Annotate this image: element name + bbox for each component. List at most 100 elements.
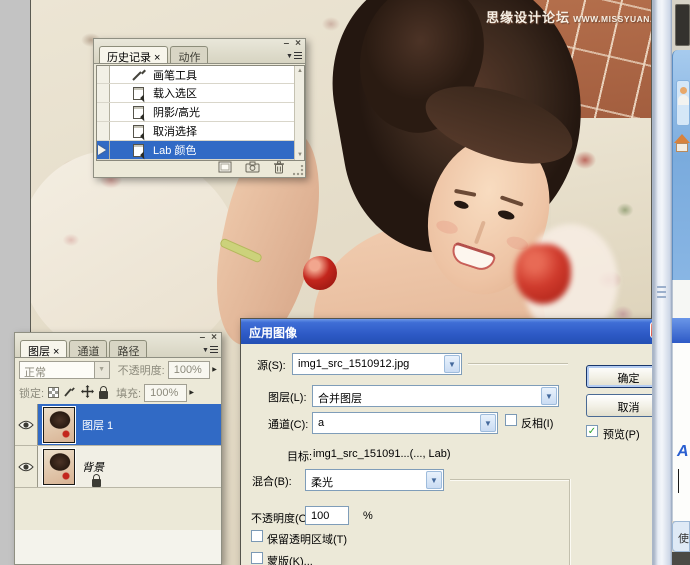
lock-paint-icon[interactable] [64, 385, 76, 400]
new-snapshot-camera-icon[interactable] [245, 161, 260, 173]
history-item-label: 画笔工具 [153, 69, 197, 82]
layer-name[interactable]: 背景 [82, 459, 104, 475]
layer-row-background[interactable]: 背景 [15, 446, 221, 488]
channel-select[interactable]: a ▼ [312, 412, 498, 434]
home-icon[interactable] [674, 134, 690, 176]
invert-checkbox[interactable] [505, 414, 517, 426]
apply-image-dialog: 应用图像 × 源(S): img1_src_1510912.jpg ▼ 图层(L… [240, 318, 672, 565]
layers-empty-area [15, 530, 221, 564]
history-item-label: 取消选择 [153, 126, 197, 138]
side-app-button[interactable]: 使 [672, 521, 690, 552]
channel-label: 通道(C): [268, 419, 309, 431]
separator [468, 363, 568, 365]
tab-actions[interactable]: 动作 [170, 46, 209, 64]
side-application-window: A 使 [672, 0, 690, 565]
fill-value-field[interactable]: 100% [144, 383, 188, 402]
history-row[interactable]: 载入选区 [97, 84, 304, 103]
history-scrollbar[interactable]: ▲ ▼ [294, 66, 304, 160]
side-app-icon [675, 4, 690, 46]
visibility-toggle[interactable] [15, 446, 38, 487]
side-app-text-area[interactable]: A [672, 343, 690, 521]
brush-tool-icon [132, 68, 147, 81]
history-row[interactable]: 取消选择 [97, 122, 304, 141]
dialog-opacity-input[interactable]: 100 [305, 506, 349, 525]
opacity-value-field[interactable]: 100% [167, 360, 211, 379]
history-row-selected[interactable]: Lab 颜色 [97, 141, 304, 160]
layer-row-layer1[interactable]: 图层 1 [15, 404, 221, 446]
chevron-down-icon: ▼ [93, 361, 109, 378]
lock-fill-row: 锁定: 填充: 100% ▶ [15, 381, 221, 404]
avatar-icon[interactable] [676, 80, 690, 126]
delete-trash-icon[interactable] [273, 160, 285, 174]
window-edge-scrollbar[interactable] [652, 0, 672, 565]
history-close-button[interactable]: × [295, 39, 301, 49]
layers-close-button[interactable]: × [211, 333, 217, 343]
history-brush-source-well[interactable] [97, 66, 110, 83]
tab-history[interactable]: 历史记录 × [99, 46, 169, 64]
side-app-footer [672, 552, 690, 565]
blend-select[interactable]: 柔光 ▼ [305, 469, 444, 491]
background-lock-icon [92, 474, 101, 487]
scroll-down-icon[interactable]: ▼ [295, 152, 305, 158]
history-item-label: Lab 颜色 [153, 145, 197, 157]
history-current-state-pointer[interactable] [98, 145, 106, 155]
layer-name[interactable]: 图层 1 [82, 417, 113, 433]
lock-all-icon[interactable] [99, 386, 109, 399]
text-cursor [678, 469, 679, 493]
side-app-titlebar [672, 318, 690, 343]
watermark-site-url: WWW.MISSYUAN.COM [573, 14, 651, 24]
layers-panel: – × 图层 × 通道 路径 ▼ 正常 ▼ 不透明度: 100% ▶ 锁定: 填… [14, 332, 222, 565]
dialog-titlebar[interactable]: 应用图像 × [241, 319, 671, 344]
dialog-title: 应用图像 [249, 326, 298, 340]
scroll-up-icon[interactable]: ▲ [295, 68, 305, 74]
history-brush-source-well[interactable] [97, 122, 110, 140]
history-minimize-button[interactable]: – [284, 39, 290, 49]
separator [450, 479, 569, 481]
history-panel-header: – × 历史记录 × 动作 ▼ [94, 39, 305, 64]
history-row[interactable]: 阴影/高光 [97, 103, 304, 122]
history-row[interactable]: 画笔工具 [97, 66, 304, 84]
fill-slider-arrow-icon[interactable]: ▶ [187, 389, 196, 396]
eye-icon [18, 420, 34, 429]
layers-minimize-button[interactable]: – [200, 333, 206, 343]
layers-flyout-menu-button[interactable]: ▼ [202, 345, 218, 355]
target-value: img1_src_151091...(..., Lab) [313, 448, 451, 460]
tab-layers[interactable]: 图层 × [20, 340, 68, 358]
photo-eyebrow-left [454, 188, 477, 197]
photo-strawberry [515, 244, 571, 304]
photo-bedsheet [31, 150, 241, 360]
preserve-transparency-checkbox[interactable] [251, 530, 263, 542]
source-select[interactable]: img1_src_1510912.jpg ▼ [292, 353, 462, 375]
opacity-label: 不透明度: [117, 364, 165, 377]
tab-channels[interactable]: 通道 [69, 340, 108, 358]
history-brush-source-well[interactable] [97, 103, 110, 121]
history-brush-source-well[interactable] [97, 141, 110, 159]
layer-thumbnail[interactable] [42, 447, 76, 486]
history-state-icon [132, 86, 147, 100]
layer-label: 图层(L): [268, 392, 307, 404]
history-flyout-menu-button[interactable]: ▼ [286, 51, 302, 61]
photo-nose [473, 220, 486, 245]
scrollbar-grip[interactable] [657, 286, 666, 300]
opacity-slider-arrow-icon[interactable]: ▶ [210, 366, 219, 373]
mask-checkbox[interactable] [251, 552, 263, 564]
photoshop-workspace: 思缘设计论坛 WWW.MISSYUAN.COM – × 历史记录 × 动作 ▼ [0, 0, 690, 565]
chevron-down-icon: ▼ [480, 414, 496, 432]
new-document-from-state-icon[interactable] [218, 161, 232, 173]
photo-smile [448, 241, 497, 274]
tab-paths[interactable]: 路径 [109, 340, 148, 358]
blend-mode-select[interactable]: 正常 ▼ [19, 360, 110, 379]
eye-icon [18, 462, 34, 471]
history-list: 画笔工具 载入选区 阴影/高光 取消选择 Lab 颜色 ▲ ▼ [96, 65, 305, 161]
lock-position-move-icon[interactable] [81, 384, 95, 401]
history-resize-grip[interactable] [293, 165, 304, 176]
layer-thumbnail[interactable] [42, 405, 76, 444]
layer-select[interactable]: 合并图层 ▼ [312, 385, 559, 407]
lock-transparency-icon[interactable] [48, 387, 60, 398]
preview-checkbox[interactable]: ✓ [586, 425, 598, 437]
history-brush-source-well[interactable] [97, 84, 110, 102]
photo-eye-left [453, 199, 470, 211]
preview-label: 预览(P) [603, 429, 640, 441]
history-panel: – × 历史记录 × 动作 ▼ 画笔工具 载入选区 阴影/高光 取消选择 Lab… [93, 38, 306, 178]
visibility-toggle[interactable] [15, 404, 38, 445]
